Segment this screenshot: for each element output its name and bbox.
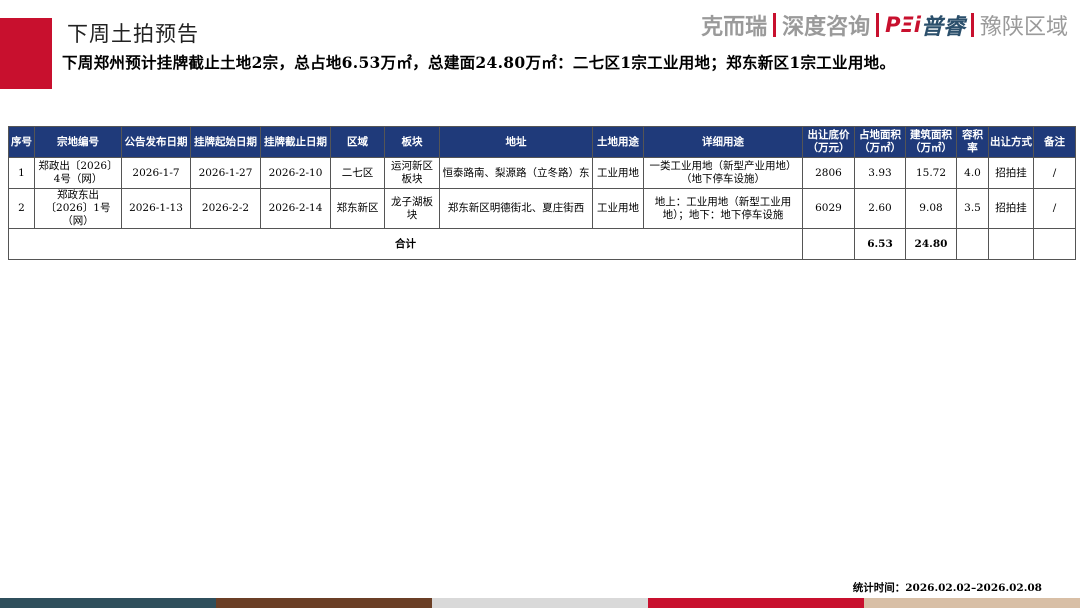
table-cell: 运河新区板块: [384, 157, 440, 189]
header-cell: 容积率: [956, 126, 989, 158]
table-cell: 15.72: [905, 157, 957, 189]
color-bar-segment: [0, 598, 216, 608]
brand-logo: 克而瑞 深度咨询 PΞi 普睿 豫陕区域: [701, 8, 1068, 42]
land-auction-table: 序号 宗地编号 公告发布日期 挂牌起始日期 挂牌截止日期 区域 板块 地址 土地…: [8, 126, 1076, 260]
logo-consulting-text: 深度咨询: [782, 15, 871, 40]
table-cell: 恒泰路南、梨源路（立冬路）东: [439, 157, 593, 189]
header-cell: 出让底价（万元）: [802, 126, 855, 158]
total-land-area: 6.53: [854, 228, 906, 260]
logo-region-text: 豫陕区域: [979, 15, 1068, 40]
slide-title: 下周土拍预告: [67, 22, 199, 46]
table-cell: 2026-2-14: [260, 188, 331, 229]
header-cell: 出让方式: [988, 126, 1034, 158]
color-bar-segment: [648, 598, 864, 608]
header-cell: 详细用途: [643, 126, 803, 158]
header-cell: 区域: [330, 126, 385, 158]
table-cell: /: [1033, 188, 1076, 229]
header-cell: 序号: [8, 126, 35, 158]
logo-purui-text: 普睿: [920, 15, 965, 40]
logo-divider: [876, 13, 880, 37]
table-cell: 2: [8, 188, 35, 229]
table-cell: 2.60: [854, 188, 906, 229]
header-cell: 占地面积（万㎡）: [854, 126, 906, 158]
logo-divider: [970, 13, 974, 37]
table-cell: 龙子湖板块: [384, 188, 440, 229]
header-cell: 地址: [439, 126, 593, 158]
logo-cric-text: 克而瑞: [701, 15, 768, 40]
table-cell: 6029: [802, 188, 855, 229]
header-cell: 板块: [384, 126, 440, 158]
table-cell: 2026-2-10: [260, 157, 331, 189]
table-cell: 招拍挂: [988, 188, 1034, 229]
table-cell: 郑政出〔2026〕4号（网）: [34, 157, 122, 189]
color-bar-segment: [216, 598, 432, 608]
table-cell: [1033, 228, 1076, 260]
title-accent-block: [0, 18, 52, 89]
table-row: 1 郑政出〔2026〕4号（网） 2026-1-7 2026-1-27 2026…: [8, 157, 1076, 189]
table-cell: 2026-1-13: [121, 188, 191, 229]
table-cell: 9.08: [905, 188, 957, 229]
slide-subtitle: 下周郑州预计挂牌截止土地2宗，总占地6.53万㎡，总建面24.80万㎡：二七区1…: [62, 53, 896, 72]
logo-pti-mark: PΞi: [885, 13, 921, 37]
table-cell: 2026-1-7: [121, 157, 191, 189]
table-cell: 郑政东出〔2026〕1号（网）: [34, 188, 122, 229]
table-cell: 地上：工业用地（新型工业用地）；地下：地下停车设施: [643, 188, 803, 229]
total-build-area: 24.80: [905, 228, 957, 260]
color-bar-segment: [432, 598, 648, 608]
color-bar-segment: [864, 598, 1080, 608]
table-cell: [802, 228, 855, 260]
table-cell: 2026-2-2: [190, 188, 261, 229]
table-cell: /: [1033, 157, 1076, 189]
table-cell: 1: [8, 157, 35, 189]
table-cell: [956, 228, 989, 260]
table-cell: 一类工业用地（新型产业用地）（地下停车设施）: [643, 157, 803, 189]
table-cell: 3.5: [956, 188, 989, 229]
bottom-color-bar: [0, 598, 1080, 608]
header-cell: 备注: [1033, 126, 1076, 158]
table-cell: [988, 228, 1034, 260]
header-cell: 土地用途: [592, 126, 644, 158]
table-cell: 工业用地: [592, 188, 644, 229]
table-cell: 二七区: [330, 157, 385, 189]
header-cell: 建筑面积（万㎡）: [905, 126, 957, 158]
logo-divider: [773, 13, 777, 37]
table-cell: 郑东新区明德街北、夏庄街西: [439, 188, 593, 229]
header-cell: 挂牌起始日期: [190, 126, 261, 158]
table-cell: 4.0: [956, 157, 989, 189]
table-cell: 3.93: [854, 157, 906, 189]
total-label: 合计: [8, 228, 803, 260]
table-total-row: 合计 6.53 24.80: [8, 228, 1076, 260]
statistics-period: 统计时间：2026.02.02–2026.02.08: [852, 582, 1042, 594]
table-cell: 郑东新区: [330, 188, 385, 229]
table-cell: 招拍挂: [988, 157, 1034, 189]
table-row: 2 郑政东出〔2026〕1号（网） 2026-1-13 2026-2-2 202…: [8, 188, 1076, 229]
header-cell: 宗地编号: [34, 126, 122, 158]
table-header-row: 序号 宗地编号 公告发布日期 挂牌起始日期 挂牌截止日期 区域 板块 地址 土地…: [8, 126, 1076, 158]
table-cell: 2806: [802, 157, 855, 189]
header-cell: 公告发布日期: [121, 126, 191, 158]
header-cell: 挂牌截止日期: [260, 126, 331, 158]
table-cell: 2026-1-27: [190, 157, 261, 189]
table-cell: 工业用地: [592, 157, 644, 189]
